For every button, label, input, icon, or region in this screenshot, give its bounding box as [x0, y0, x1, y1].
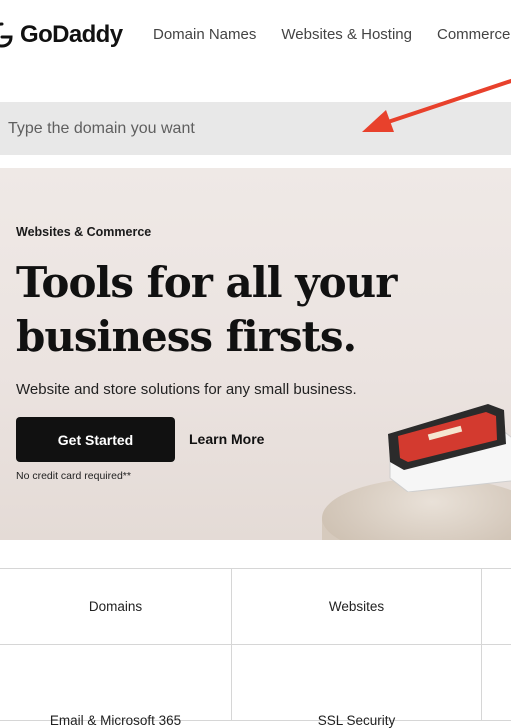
main-nav: Domain Names Websites & Hosting Commerce	[153, 26, 510, 43]
category-websites[interactable]: Websites	[232, 569, 482, 644]
logo-text: GoDaddy	[20, 21, 123, 48]
hero-note: No credit card required**	[16, 470, 131, 482]
category-label: Websites	[328, 599, 385, 614]
category-grid: Domains Websites Email & Microsoft 365 S…	[0, 568, 511, 728]
category-ssl-security[interactable]: SSL Security	[232, 645, 482, 728]
godaddy-logo-icon	[0, 22, 13, 48]
domain-search-bar	[0, 102, 511, 155]
get-started-button[interactable]: Get Started	[16, 417, 175, 462]
nav-websites-hosting[interactable]: Websites & Hosting	[281, 26, 412, 43]
hero-title: Tools for all your business firsts.	[16, 258, 397, 361]
nav-commerce[interactable]: Commerce	[437, 26, 510, 43]
category-email-microsoft-365[interactable]: Email & Microsoft 365	[0, 645, 232, 728]
nav-domain-names[interactable]: Domain Names	[153, 26, 256, 43]
category-row: Email & Microsoft 365 SSL Security	[0, 645, 511, 728]
hero-kicker: Websites & Commerce	[16, 225, 152, 239]
category-domains[interactable]: Domains	[0, 569, 232, 644]
category-row: Domains Websites	[0, 569, 511, 645]
category-label: SSL Security	[317, 713, 396, 728]
category-partial[interactable]	[482, 645, 511, 720]
pos-terminal-image	[388, 404, 511, 492]
domain-search-input[interactable]	[0, 102, 511, 155]
hero-banner: Websites & Commerce Tools for all your b…	[0, 168, 511, 540]
site-header: GoDaddy Domain Names Websites & Hosting …	[0, 0, 511, 70]
hero-subtitle: Website and store solutions for any smal…	[16, 381, 357, 398]
category-partial[interactable]	[482, 569, 511, 644]
category-label: Email & Microsoft 365	[49, 713, 182, 728]
learn-more-link[interactable]: Learn More	[189, 431, 264, 447]
category-label: Domains	[88, 599, 143, 614]
godaddy-logo[interactable]: GoDaddy	[0, 18, 123, 52]
